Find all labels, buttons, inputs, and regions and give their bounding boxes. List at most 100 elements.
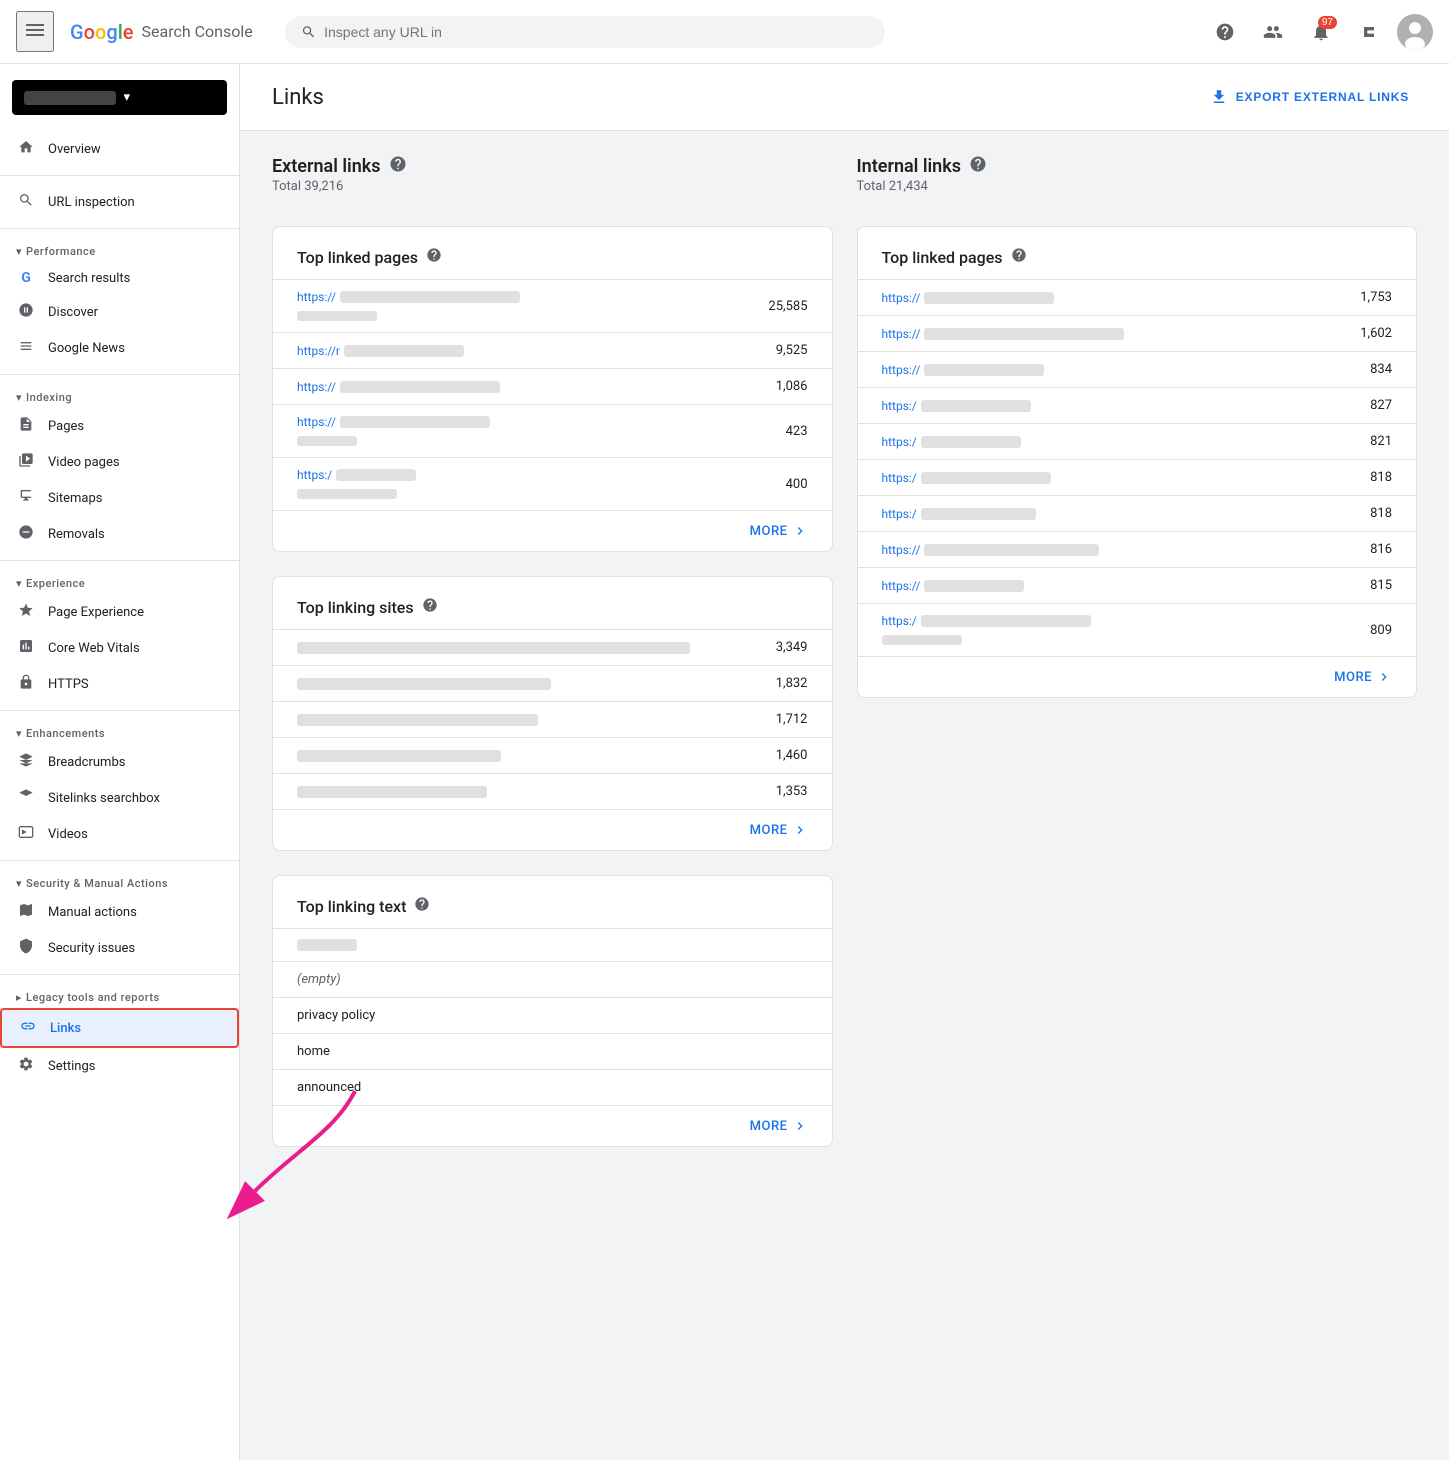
sidebar-item-links[interactable]: Links bbox=[0, 1008, 239, 1048]
notifications-button[interactable]: 97 bbox=[1301, 12, 1341, 52]
card-help-icon[interactable] bbox=[422, 597, 438, 617]
internal-links-header: Internal links Total 21,434 bbox=[857, 155, 1418, 194]
sidebar-item-sitelinks-searchbox[interactable]: Sitelinks searchbox bbox=[0, 780, 239, 816]
sidebar-item-url-inspection[interactable]: URL inspection bbox=[0, 184, 239, 220]
sitelinks-icon bbox=[16, 788, 36, 808]
link-url: https:/ bbox=[882, 435, 1021, 449]
chevron-right-icon bbox=[792, 1118, 808, 1134]
card-help-icon[interactable] bbox=[426, 247, 442, 267]
home-icon bbox=[16, 139, 36, 159]
help-button[interactable] bbox=[1205, 12, 1245, 52]
sidebar-item-label: Sitemaps bbox=[48, 491, 103, 506]
link-count: 25,585 bbox=[768, 299, 807, 314]
property-dropdown-icon: ▾ bbox=[124, 90, 216, 105]
sidebar-item-removals[interactable]: Removals bbox=[0, 516, 239, 552]
table-row: (empty) bbox=[273, 961, 832, 997]
table-row bbox=[273, 928, 832, 961]
section-chevron: ▾ bbox=[16, 877, 22, 890]
link-url: https:/ bbox=[297, 468, 416, 500]
sidebar-item-label: Discover bbox=[48, 305, 98, 320]
sidebar-item-pages[interactable]: Pages bbox=[0, 408, 239, 444]
account-circle-button[interactable] bbox=[1253, 12, 1293, 52]
table-row: https://r 9,525 bbox=[273, 332, 832, 368]
sidebar-item-discover[interactable]: Discover bbox=[0, 294, 239, 330]
section-indexing[interactable]: ▾ Indexing bbox=[0, 383, 239, 408]
external-top-linking-sites-card: Top linking sites 3,349 1,832 bbox=[272, 576, 833, 851]
link-url: https:/ bbox=[882, 614, 1091, 646]
more-button-internal-linked-pages[interactable]: MORE bbox=[858, 656, 1417, 697]
table-row: https:// 834 bbox=[858, 351, 1417, 387]
link-count: 400 bbox=[786, 477, 808, 492]
divider bbox=[0, 560, 239, 561]
more-button-linking-text[interactable]: MORE bbox=[273, 1105, 832, 1146]
card-title: Top linked pages bbox=[882, 248, 1003, 267]
apps-button[interactable] bbox=[1349, 12, 1389, 52]
table-row: 1,832 bbox=[273, 665, 832, 701]
external-links-title: External links bbox=[272, 156, 381, 177]
card-help-icon[interactable] bbox=[414, 896, 430, 916]
sidebar-item-overview[interactable]: Overview bbox=[0, 131, 239, 167]
internal-links-title: Internal links bbox=[857, 156, 961, 177]
link-count: 834 bbox=[1370, 362, 1392, 377]
table-row: https:/ 827 bbox=[858, 387, 1417, 423]
page-title: Links bbox=[272, 85, 324, 110]
breadcrumbs-icon bbox=[16, 752, 36, 772]
menu-icon[interactable] bbox=[16, 11, 54, 52]
link-url: https:// bbox=[882, 543, 1100, 557]
google-news-icon bbox=[16, 338, 36, 358]
card-title: Top linked pages bbox=[297, 248, 418, 267]
avatar[interactable] bbox=[1397, 14, 1433, 50]
link-count: 1,753 bbox=[1360, 290, 1392, 305]
divider bbox=[0, 974, 239, 975]
card-title-row: Top linked pages bbox=[273, 227, 832, 279]
linking-text-value: home bbox=[297, 1044, 330, 1059]
chevron-right-icon bbox=[1376, 669, 1392, 685]
section-security[interactable]: ▾ Security & Manual Actions bbox=[0, 869, 239, 894]
page-experience-icon bbox=[16, 602, 36, 622]
sidebar-item-video-pages[interactable]: Video pages bbox=[0, 444, 239, 480]
sidebar-item-manual-actions[interactable]: Manual actions bbox=[0, 894, 239, 930]
more-button-external-linked-pages[interactable]: MORE bbox=[273, 510, 832, 551]
table-row: https:/ 400 bbox=[273, 457, 832, 510]
sidebar-item-videos[interactable]: Videos bbox=[0, 816, 239, 852]
sidebar-item-https[interactable]: HTTPS bbox=[0, 666, 239, 702]
link-url: https:// bbox=[882, 579, 1025, 593]
divider bbox=[0, 860, 239, 861]
sidebar-item-page-experience[interactable]: Page Experience bbox=[0, 594, 239, 630]
property-selector[interactable]: ▾ bbox=[12, 80, 227, 115]
link-count: 821 bbox=[1370, 434, 1392, 449]
internal-links-help-icon[interactable] bbox=[969, 155, 987, 177]
security-issues-icon bbox=[16, 938, 36, 958]
sidebar-item-settings[interactable]: Settings bbox=[0, 1048, 239, 1084]
sidebar-item-search-results[interactable]: G Search results bbox=[0, 262, 239, 294]
sidebar-item-security-issues[interactable]: Security issues bbox=[0, 930, 239, 966]
linking-text-value: (empty) bbox=[297, 972, 341, 987]
card-help-icon[interactable] bbox=[1011, 247, 1027, 267]
sidebar-item-google-news[interactable]: Google News bbox=[0, 330, 239, 366]
link-url: https:// bbox=[882, 327, 1125, 341]
section-performance[interactable]: ▾ Performance bbox=[0, 237, 239, 262]
external-links-help-icon[interactable] bbox=[389, 155, 407, 177]
section-chevron: ▾ bbox=[16, 391, 22, 404]
sidebar-item-core-web-vitals[interactable]: Core Web Vitals bbox=[0, 630, 239, 666]
sidebar-item-sitemaps[interactable]: Sitemaps bbox=[0, 480, 239, 516]
product-name: Search Console bbox=[142, 22, 253, 41]
table-row: 1,353 bbox=[273, 773, 832, 809]
section-experience[interactable]: ▾ Experience bbox=[0, 569, 239, 594]
table-row: https:// 423 bbox=[273, 404, 832, 457]
sidebar-item-breadcrumbs[interactable]: Breadcrumbs bbox=[0, 744, 239, 780]
link-count: 3,349 bbox=[776, 640, 808, 655]
sidebar-item-label: Sitelinks searchbox bbox=[48, 791, 160, 806]
link-url: https:/ bbox=[882, 399, 1031, 413]
export-external-links-button[interactable]: EXPORT EXTERNAL LINKS bbox=[1202, 80, 1417, 114]
table-row: 3,349 bbox=[273, 629, 832, 665]
search-input[interactable] bbox=[324, 24, 869, 40]
google-wordmark: Google bbox=[70, 20, 134, 44]
link-url: https:// bbox=[297, 290, 520, 322]
more-button-linking-sites[interactable]: MORE bbox=[273, 809, 832, 850]
sidebar-item-label: HTTPS bbox=[48, 677, 89, 692]
sidebar-item-label: Overview bbox=[48, 142, 101, 157]
divider bbox=[0, 175, 239, 176]
section-enhancements[interactable]: ▾ Enhancements bbox=[0, 719, 239, 744]
section-legacy[interactable]: ▸ Legacy tools and reports bbox=[0, 983, 239, 1008]
